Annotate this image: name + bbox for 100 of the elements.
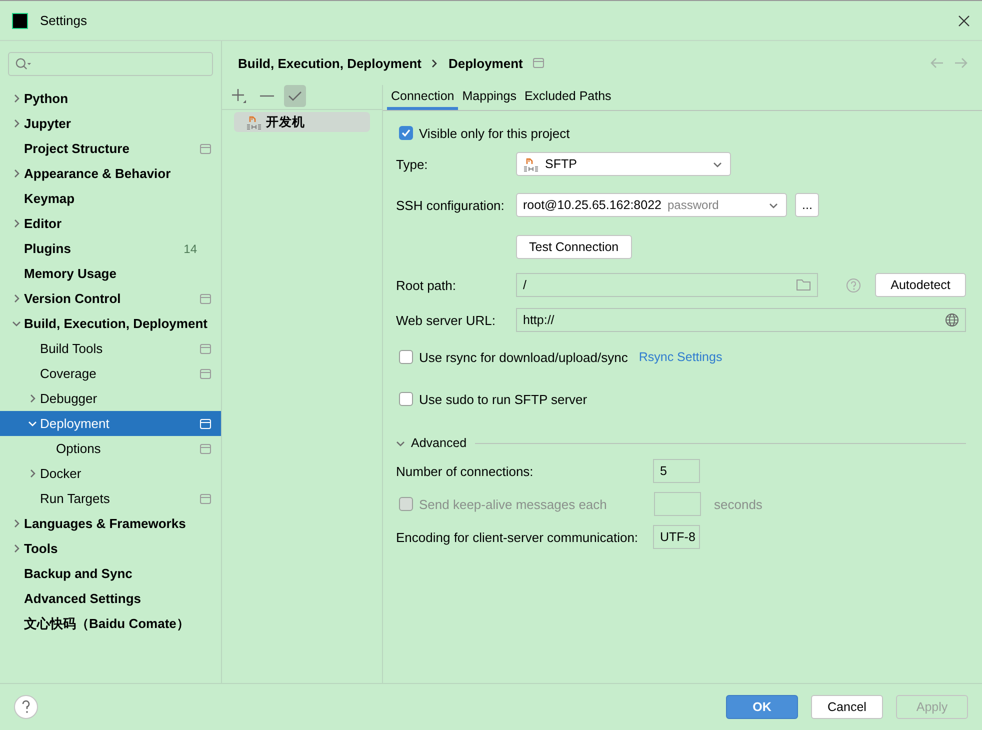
unit-label: seconds xyxy=(714,496,762,512)
chevron-right-icon[interactable] xyxy=(28,394,37,403)
set-default-button[interactable] xyxy=(284,85,306,107)
chevron-down-icon[interactable] xyxy=(396,438,405,448)
search-field[interactable] xyxy=(8,52,213,76)
tree-item[interactable]: Python xyxy=(0,86,221,111)
tree-item[interactable]: Coverage xyxy=(0,361,221,386)
window-icon xyxy=(200,344,211,354)
tree-item[interactable]: Docker xyxy=(0,461,221,486)
root-path-field[interactable]: / xyxy=(516,273,818,297)
tree-item-label: Options xyxy=(56,441,102,456)
tab[interactable]: Excluded Paths xyxy=(520,85,616,110)
chevron-right-icon xyxy=(431,58,438,68)
server-item[interactable]: 开发机 xyxy=(234,112,370,132)
ssh-config-dropdown[interactable]: root@10.25.65.162:8022 password xyxy=(516,193,787,217)
tree-item-label: Tools xyxy=(24,541,59,556)
tree-item[interactable]: Editor xyxy=(0,211,221,236)
window-title: Settings xyxy=(40,13,88,28)
chevron-down-icon[interactable] xyxy=(713,160,722,168)
tree-item-label: Run Targets xyxy=(40,491,111,506)
app-logo-icon xyxy=(12,12,28,28)
window-icon xyxy=(200,494,211,504)
chevron-right-icon[interactable] xyxy=(28,469,37,478)
window-icon xyxy=(532,58,544,68)
window-icon xyxy=(200,444,211,454)
tree-item-label: Build, Execution, Deployment xyxy=(24,316,208,331)
web-url-field[interactable]: http:// xyxy=(516,308,966,332)
help-button[interactable] xyxy=(14,695,38,719)
checkbox-label: Visible only for this project xyxy=(419,126,570,140)
encoding-field[interactable]: UTF-8 xyxy=(653,525,700,549)
tree-item[interactable]: Deployment xyxy=(0,411,221,436)
field-label: Type: xyxy=(396,156,429,172)
tree-item-label: Build Tools xyxy=(40,341,104,356)
tree-item[interactable]: Version Control xyxy=(0,286,221,311)
chevron-right-icon[interactable] xyxy=(12,169,21,178)
tree-item[interactable]: Debugger xyxy=(0,386,221,411)
tree-item[interactable]: Languages & Frameworks xyxy=(0,511,221,536)
globe-icon[interactable] xyxy=(945,313,959,327)
tree-item[interactable]: Backup and Sync xyxy=(0,561,221,586)
checkbox-label: Send keep-alive messages each xyxy=(419,496,608,512)
test-connection-button[interactable]: Test Connection xyxy=(516,235,632,259)
field-label: Number of connections: xyxy=(396,464,534,478)
checkbox[interactable] xyxy=(399,126,413,140)
tree-item[interactable]: Jupyter xyxy=(0,111,221,136)
browse-button[interactable]: ... xyxy=(795,193,820,217)
search-icon xyxy=(15,57,32,71)
checkbox[interactable] xyxy=(399,392,413,406)
section-title[interactable]: Advanced xyxy=(411,436,467,450)
tree-item[interactable]: Keymap xyxy=(0,186,221,211)
tree-item[interactable]: Memory Usage xyxy=(0,261,221,286)
tree-item[interactable]: Build Tools xyxy=(0,336,221,361)
autodetect-button[interactable]: Autodetect xyxy=(875,273,966,297)
tree-item-label: Languages & Frameworks xyxy=(24,516,187,531)
tree-item-label: Memory Usage xyxy=(24,266,118,281)
tree-item-label: Project Structure xyxy=(24,141,130,156)
checkbox-label: Use rsync for download/upload/sync xyxy=(419,350,628,364)
close-icon[interactable] xyxy=(958,14,970,26)
tree-item[interactable]: Advanced Settings xyxy=(0,586,221,611)
chevron-down-icon[interactable] xyxy=(769,200,778,210)
chevron-right-icon[interactable] xyxy=(12,94,21,103)
checkbox[interactable] xyxy=(399,350,413,364)
minus-icon xyxy=(260,95,274,97)
chevron-right-icon[interactable] xyxy=(12,119,21,128)
tree-item[interactable]: Run Targets xyxy=(0,486,221,511)
tab[interactable]: Mappings xyxy=(458,85,520,110)
question-mark-icon xyxy=(21,700,31,714)
folder-icon[interactable] xyxy=(796,279,811,291)
tree-item-label: Plugins xyxy=(24,241,72,256)
tree-item-label: Coverage xyxy=(40,366,98,381)
ssh-file-icon xyxy=(523,156,539,172)
connections-field[interactable]: 5 xyxy=(653,459,700,483)
count-label: 14 xyxy=(184,242,197,256)
chevron-right-icon[interactable] xyxy=(12,544,21,553)
tree-item[interactable]: Build, Execution, Deployment xyxy=(0,311,221,336)
checkbox-label: Use sudo to run SFTP server xyxy=(419,392,588,406)
tab[interactable]: Connection xyxy=(387,85,458,110)
tree-item-label: Debugger xyxy=(40,391,98,406)
tree-item[interactable]: Tools xyxy=(0,536,221,561)
ssh-file-icon xyxy=(246,114,262,130)
tree-item-label: Appearance & Behavior xyxy=(24,166,172,181)
chevron-right-icon[interactable] xyxy=(12,219,21,228)
chevron-right-icon[interactable] xyxy=(12,519,21,528)
chevron-down-icon[interactable] xyxy=(12,319,21,328)
window-icon xyxy=(200,294,211,304)
chevron-down-icon[interactable] xyxy=(28,419,37,428)
chevron-right-icon[interactable] xyxy=(12,294,21,303)
field-label: Encoding for client-server communication: xyxy=(396,530,640,544)
tree-item[interactable]: Appearance & Behavior xyxy=(0,161,221,186)
tree-item-label: Docker xyxy=(40,466,82,481)
keepalive-field[interactable] xyxy=(654,492,701,516)
window-icon xyxy=(200,144,211,154)
tree-item[interactable]: Project Structure xyxy=(0,136,221,161)
dialog-button[interactable]: Cancel xyxy=(811,695,883,719)
tree-item[interactable]: 文心快码（Baidu Comate） xyxy=(0,611,221,636)
plus-icon xyxy=(232,89,246,103)
tree-item[interactable]: Options xyxy=(0,436,221,461)
checkmark-icon xyxy=(288,91,302,101)
type-dropdown[interactable]: SFTP xyxy=(516,152,731,176)
checkmark-icon xyxy=(401,128,411,138)
tree-item[interactable]: Plugins 14 xyxy=(0,236,221,261)
